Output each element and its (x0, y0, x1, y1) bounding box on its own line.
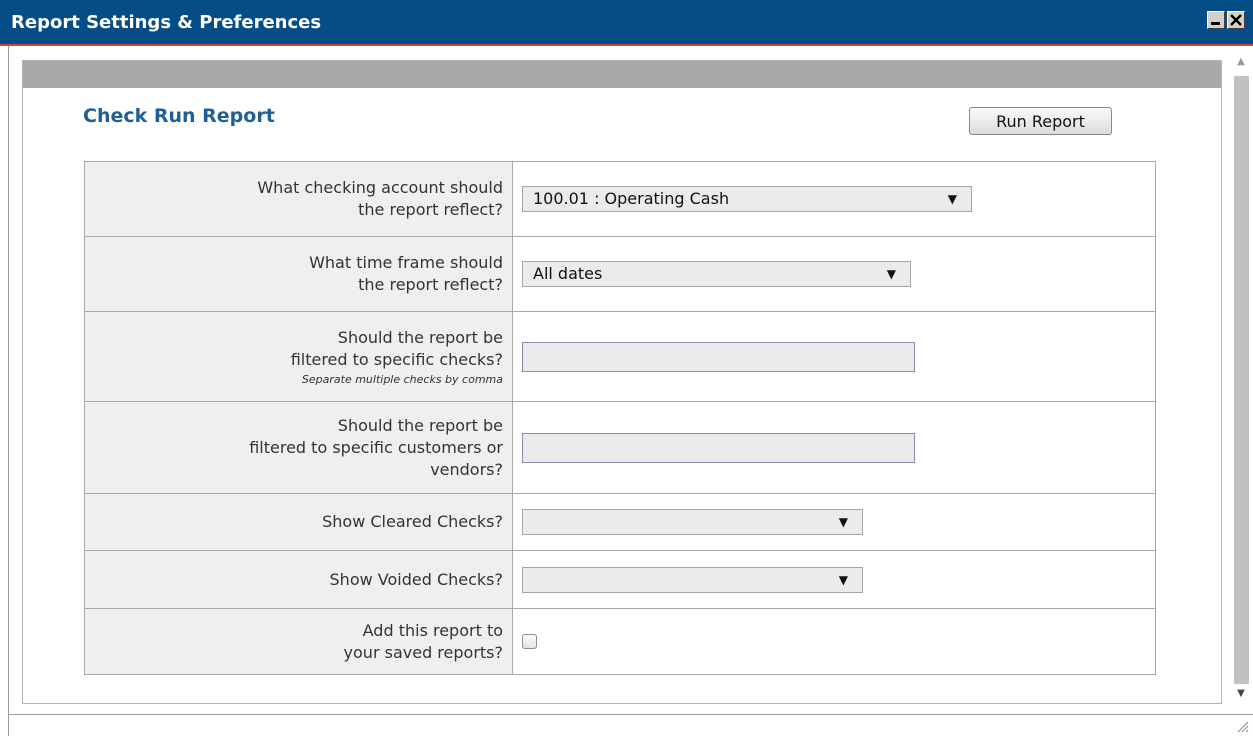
chevron-down-icon: ▼ (947, 192, 957, 206)
customer-filter-label: Should the report be filtered to specifi… (84, 401, 513, 494)
status-bar (8, 714, 1253, 736)
minimize-button[interactable] (1207, 11, 1225, 29)
report-settings-form: What checking account should the report … (84, 161, 1156, 675)
content-area: Check Run Report Run Report What checkin… (8, 46, 1253, 736)
account-label: What checking account should the report … (84, 161, 513, 237)
scroll-down-icon[interactable]: ▼ (1234, 688, 1248, 702)
chevron-down-icon: ▼ (838, 515, 848, 529)
close-button[interactable] (1227, 11, 1245, 29)
checks-filter-input[interactable] (522, 341, 915, 372)
minimize-icon (1211, 22, 1220, 25)
checks-filter-label: Should the report be filtered to specifi… (84, 311, 513, 402)
chevron-down-icon: ▼ (838, 572, 848, 587)
scroll-up-icon[interactable]: ▲ (1234, 56, 1248, 70)
chevron-down-icon: ▼ (886, 267, 896, 281)
voided-label: Show Voided Checks? (84, 550, 513, 609)
report-panel: Check Run Report Run Report What checkin… (22, 60, 1222, 704)
report-title: Check Run Report (83, 105, 275, 127)
form-row-time-frame: What time frame should the report reflec… (84, 236, 1156, 312)
cleared-select[interactable]: ▼ (522, 509, 863, 535)
save-report-checkbox[interactable] (522, 634, 537, 649)
time-frame-select-value: All dates (533, 264, 603, 283)
account-select[interactable]: 100.01 : Operating Cash ▼ (522, 186, 972, 212)
time-frame-label: What time frame should the report reflec… (84, 236, 513, 312)
form-row-voided: Show Voided Checks? ▼ (84, 550, 1156, 609)
vertical-scrollbar[interactable]: ▲ ▼ (1228, 46, 1253, 714)
run-report-button[interactable]: Run Report (969, 107, 1112, 135)
form-row-checks-filter: Should the report be filtered to specifi… (84, 311, 1156, 402)
checks-filter-hint: Separate multiple checks by comma (301, 372, 503, 386)
form-row-cleared: Show Cleared Checks? ▼ (84, 493, 1156, 551)
panel-header-strip (23, 61, 1221, 88)
form-row-save: Add this report to your saved reports? (84, 608, 1156, 675)
account-select-value: 100.01 : Operating Cash (533, 189, 730, 208)
cleared-label: Show Cleared Checks? (84, 493, 513, 551)
customer-filter-input[interactable] (522, 432, 915, 463)
save-report-label: Add this report to your saved reports? (84, 608, 513, 675)
resize-grip-icon[interactable] (1237, 721, 1249, 733)
window-titlebar: Report Settings & Preferences (0, 0, 1253, 46)
window-title: Report Settings & Preferences (11, 12, 322, 33)
scroll-thumb[interactable] (1234, 76, 1249, 684)
form-row-account: What checking account should the report … (84, 161, 1156, 237)
form-row-customer-filter: Should the report be filtered to specifi… (84, 401, 1156, 494)
close-icon (1230, 14, 1242, 26)
voided-select[interactable]: ▼ (522, 566, 863, 593)
time-frame-select[interactable]: All dates ▼ (522, 261, 911, 287)
